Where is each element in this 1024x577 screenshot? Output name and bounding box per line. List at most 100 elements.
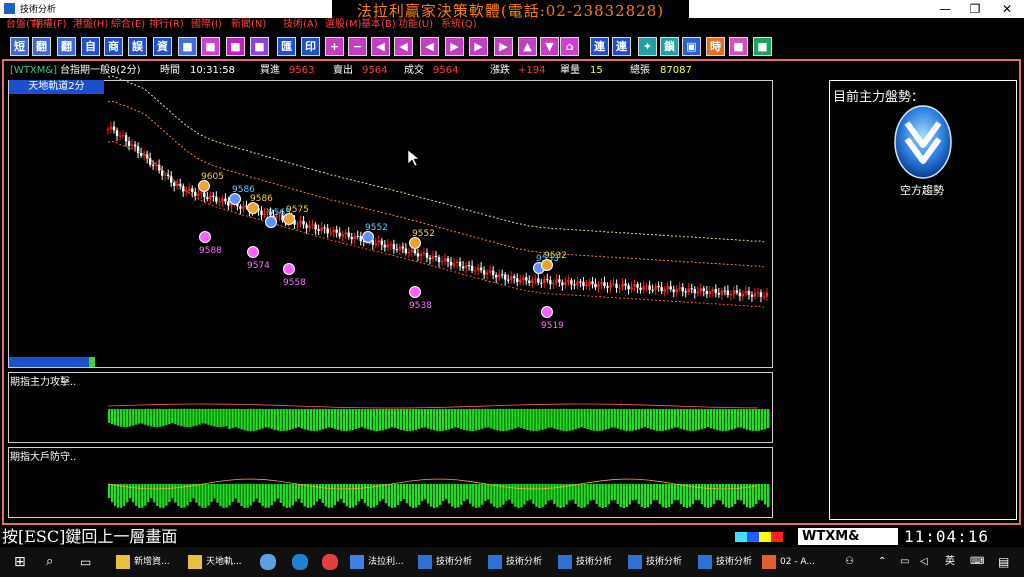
candle-body	[639, 287, 642, 290]
candle-body	[672, 289, 675, 293]
signal-marker	[541, 306, 553, 318]
candle-body	[317, 229, 320, 231]
candle-body	[112, 126, 116, 131]
candle-body	[359, 236, 362, 242]
candle-body	[615, 283, 618, 288]
people-icon[interactable]: ⚇	[845, 547, 854, 577]
taskbar-item-2[interactable]: 法拉利...	[350, 547, 404, 577]
candle-body	[552, 282, 555, 285]
taskbar-item-8[interactable]: 02 - A...	[762, 547, 815, 577]
status-symbol: WTXM&	[798, 528, 898, 545]
candle-body	[546, 279, 549, 281]
desktop-button[interactable]	[260, 547, 280, 577]
candle-body	[567, 280, 570, 282]
candle-body	[434, 255, 438, 258]
candle-body	[485, 272, 489, 275]
taskbar-item-label: 技術分析	[436, 557, 473, 567]
candle-body	[537, 278, 540, 283]
color-indicator-yellow	[759, 532, 771, 542]
legend-title: 天地軌道2分	[9, 80, 104, 94]
candle-body	[407, 251, 411, 254]
candle-body	[383, 244, 387, 248]
taskbar-item-0[interactable]: 新增資...	[116, 547, 170, 577]
candle-body	[428, 257, 432, 260]
taskbar-item-label: 新增資...	[134, 557, 170, 567]
candle-body	[720, 290, 724, 295]
candle-body	[464, 265, 468, 269]
tray-up-icon[interactable]: ⌃	[878, 547, 886, 577]
candle-body	[209, 195, 212, 200]
candle-body	[452, 263, 456, 266]
status-bar: 按[ESC]鍵回上一層畫面 WTXM& 11:04:16	[0, 527, 1024, 547]
candle-body	[534, 278, 537, 280]
candle-body	[525, 277, 528, 281]
candle-body	[624, 283, 627, 286]
signal-marker	[283, 213, 295, 225]
chart-icon	[698, 554, 712, 569]
candle-body	[585, 285, 588, 287]
candle-body	[374, 242, 378, 245]
candle-body	[588, 281, 591, 286]
candle-body	[618, 287, 621, 289]
candle-body	[666, 286, 669, 290]
candle-body	[528, 280, 531, 284]
candle-body	[338, 232, 341, 237]
candle-body	[188, 188, 191, 192]
taskbar-item-4[interactable]: 技術分析	[488, 547, 542, 577]
candle-body	[669, 286, 672, 290]
candle-body	[633, 284, 636, 287]
candle-body	[419, 253, 423, 257]
sub-chart-2-panel	[8, 447, 773, 518]
folder-icon	[116, 554, 130, 569]
signal-marker	[283, 263, 295, 275]
candle-body	[446, 258, 450, 262]
ppt-icon	[762, 554, 776, 569]
scroll-thumb[interactable]	[89, 357, 95, 367]
candle-body	[413, 249, 417, 254]
candle-body	[582, 281, 585, 287]
search-icon[interactable]: ⌕	[46, 547, 53, 577]
candle-body	[476, 267, 480, 271]
candle-body	[750, 294, 754, 297]
candle-body	[410, 249, 414, 252]
candle-body	[714, 289, 718, 294]
candle-body	[660, 287, 663, 292]
candle-body	[504, 274, 507, 280]
candle-body	[696, 291, 699, 294]
volume-icon[interactable]: ◁	[920, 547, 928, 577]
language-icon[interactable]: 英	[945, 547, 955, 577]
candle-body	[182, 186, 185, 192]
candle-body	[555, 279, 558, 283]
taskbar-item-label: 技術分析	[716, 557, 753, 567]
scroll-track[interactable]	[9, 357, 94, 367]
taskbar-item-7[interactable]: 技術分析	[698, 547, 752, 577]
candle-body	[260, 210, 263, 216]
candle-body	[609, 283, 612, 288]
candle-body	[500, 274, 504, 276]
network-icon[interactable]: ▭	[900, 547, 909, 577]
chrome-button[interactable]	[322, 547, 342, 577]
ie-button[interactable]	[292, 547, 312, 577]
taskbar-item-label: 技術分析	[646, 557, 683, 567]
ime-icon[interactable]: ⌨	[970, 547, 984, 577]
candle-body	[323, 227, 326, 229]
signal-marker	[265, 216, 277, 228]
candle-body	[386, 244, 390, 248]
candle-body	[227, 201, 230, 206]
notification-icon[interactable]: ▤	[998, 547, 1009, 577]
taskbar-item-6[interactable]: 技術分析	[628, 547, 682, 577]
candle-body	[401, 246, 405, 249]
taskbar-item-5[interactable]: 技術分析	[558, 547, 612, 577]
candle-body	[130, 144, 134, 146]
taskbar-item-1[interactable]: 天地軌...	[188, 547, 242, 577]
task-view-icon[interactable]: ▭	[80, 547, 91, 577]
signal-marker-label: 9552	[412, 229, 435, 239]
chart-icon	[488, 554, 502, 569]
signal-marker	[362, 231, 374, 243]
taskbar-item-3[interactable]: 技術分析	[418, 547, 472, 577]
start-icon[interactable]: ⊞	[14, 547, 26, 577]
bear-trend-icon	[894, 105, 952, 179]
candle-body	[648, 285, 651, 290]
candle-body	[308, 225, 311, 229]
candle-body	[507, 279, 510, 281]
